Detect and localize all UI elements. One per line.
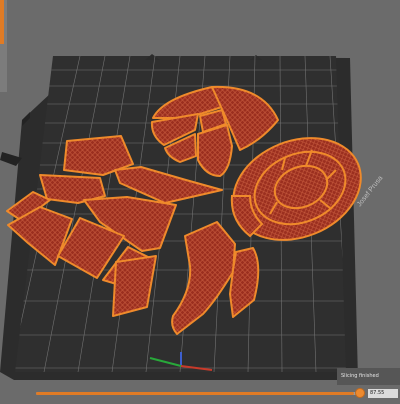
3d-viewport[interactable]: Josef Prusa <box>0 0 400 400</box>
notification-text: Slicing finished <box>341 373 379 379</box>
layer-slider[interactable]: 87.55 <box>0 386 400 400</box>
slider-fill <box>36 392 354 395</box>
active-tab-accent <box>0 0 4 44</box>
part-drop <box>197 124 233 177</box>
slider-thumb[interactable] <box>355 388 365 398</box>
slicing-finished-notification: Slicing finished <box>337 368 400 385</box>
left-panel-tab[interactable] <box>0 0 7 92</box>
slider-value-label: 87.55 <box>368 389 398 398</box>
print-bed-scene: Josef Prusa <box>0 0 400 400</box>
slider-track[interactable] <box>36 392 360 395</box>
